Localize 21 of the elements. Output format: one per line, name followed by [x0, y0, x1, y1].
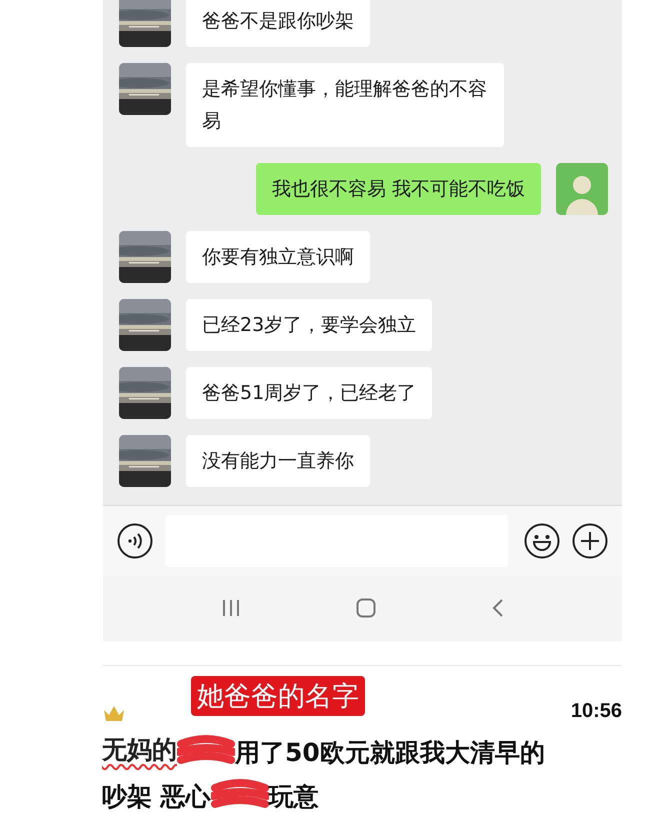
message-bubble: 你要有独立意识啊 — [186, 231, 370, 283]
recent-apps-icon[interactable] — [220, 599, 240, 617]
message-bubble: 已经23岁了，要学会独立 — [186, 299, 432, 351]
post-text: 玩意 — [268, 780, 319, 812]
message-bubble: 爸爸51周岁了，已经老了 — [186, 367, 432, 419]
post-text: 吵架 恶心 — [102, 780, 211, 812]
message-bubble: 没有能力一直养你 — [186, 435, 370, 487]
home-icon[interactable] — [356, 598, 376, 618]
post-text: 无妈的 — [102, 734, 177, 766]
voice-icon[interactable] — [117, 522, 153, 558]
crown-icon — [103, 704, 125, 722]
avatar-icon — [556, 163, 608, 215]
message-bubble: 爸爸不是跟你吵架 — [186, 0, 370, 47]
message-bubble: 是希望你懂事，能理解爸爸的不容易 — [186, 63, 504, 147]
add-icon[interactable] — [572, 522, 608, 558]
emoji-icon[interactable] — [524, 522, 560, 558]
back-icon[interactable] — [490, 598, 504, 618]
name-label: 她爸爸的名字 — [191, 676, 365, 716]
post-text: 用了50欧元就跟我大清早的 — [235, 736, 545, 768]
post-time: 10:56 — [570, 700, 622, 723]
message-bubble: 我也很不容易 我不可能不吃饭 — [256, 163, 541, 215]
